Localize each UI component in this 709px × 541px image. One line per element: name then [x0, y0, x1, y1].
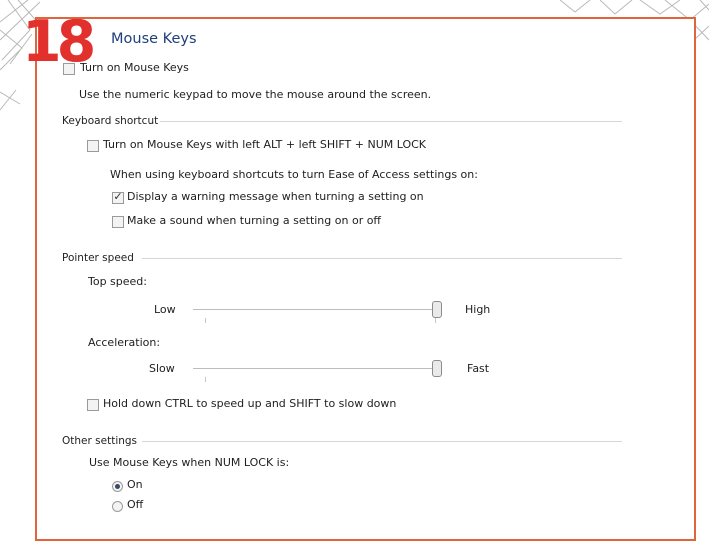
radio-off-label[interactable]: Off: [127, 498, 143, 512]
radio-on[interactable]: [112, 481, 123, 492]
sound-checkbox[interactable]: [112, 216, 124, 228]
mouse-keys-description: Use the numeric keypad to move the mouse…: [79, 88, 432, 101]
acceleration-slider-thumb[interactable]: [432, 360, 443, 377]
top-speed-min-label: Low: [154, 303, 176, 316]
sound-label[interactable]: Make a sound when turning a setting on o…: [127, 214, 381, 228]
top-speed-slider-thumb[interactable]: [432, 301, 443, 318]
radio-on-label[interactable]: On: [127, 478, 143, 492]
radio-off[interactable]: [112, 501, 123, 512]
section-header-pointer-speed: Pointer speed: [62, 252, 134, 264]
top-speed-label: Top speed:: [88, 275, 147, 288]
acceleration-max-label: Fast: [467, 362, 490, 375]
ctrl-shift-label[interactable]: Hold down CTRL to speed up and SHIFT to …: [103, 397, 396, 411]
slider-tick: [205, 318, 206, 323]
acceleration-label: Acceleration:: [88, 336, 161, 349]
warning-message-checkbox[interactable]: ✓: [112, 190, 124, 204]
section-header-keyboard-shortcut: Keyboard shortcut: [62, 115, 159, 127]
top-speed-max-label: High: [465, 303, 491, 316]
section-header-other-settings: Other settings: [62, 435, 138, 447]
warning-message-label[interactable]: Display a warning message when turning a…: [127, 190, 424, 204]
radio-selected-dot: [115, 484, 120, 489]
page-title: Mouse Keys: [111, 31, 197, 47]
shortcut-note: When using keyboard shortcuts to turn Ea…: [110, 168, 478, 181]
slider-tick: [205, 377, 206, 382]
section-divider: [142, 258, 622, 259]
section-divider: [142, 441, 622, 442]
slider-tick: [435, 318, 436, 323]
shortcut-toggle-checkbox[interactable]: [87, 140, 99, 152]
section-divider: [160, 121, 622, 122]
turn-on-mouse-keys-label[interactable]: Turn on Mouse Keys: [80, 61, 189, 75]
check-mark-icon: ✓: [113, 190, 123, 203]
acceleration-min-label: Slow: [149, 362, 175, 375]
ctrl-shift-checkbox[interactable]: [87, 399, 99, 411]
numlock-label: Use Mouse Keys when NUM LOCK is:: [89, 456, 290, 469]
top-speed-slider-track[interactable]: [193, 309, 441, 310]
acceleration-slider-track[interactable]: [193, 368, 441, 369]
step-number-badge: 18: [22, 9, 96, 75]
shortcut-toggle-label[interactable]: Turn on Mouse Keys with left ALT + left …: [103, 138, 426, 152]
